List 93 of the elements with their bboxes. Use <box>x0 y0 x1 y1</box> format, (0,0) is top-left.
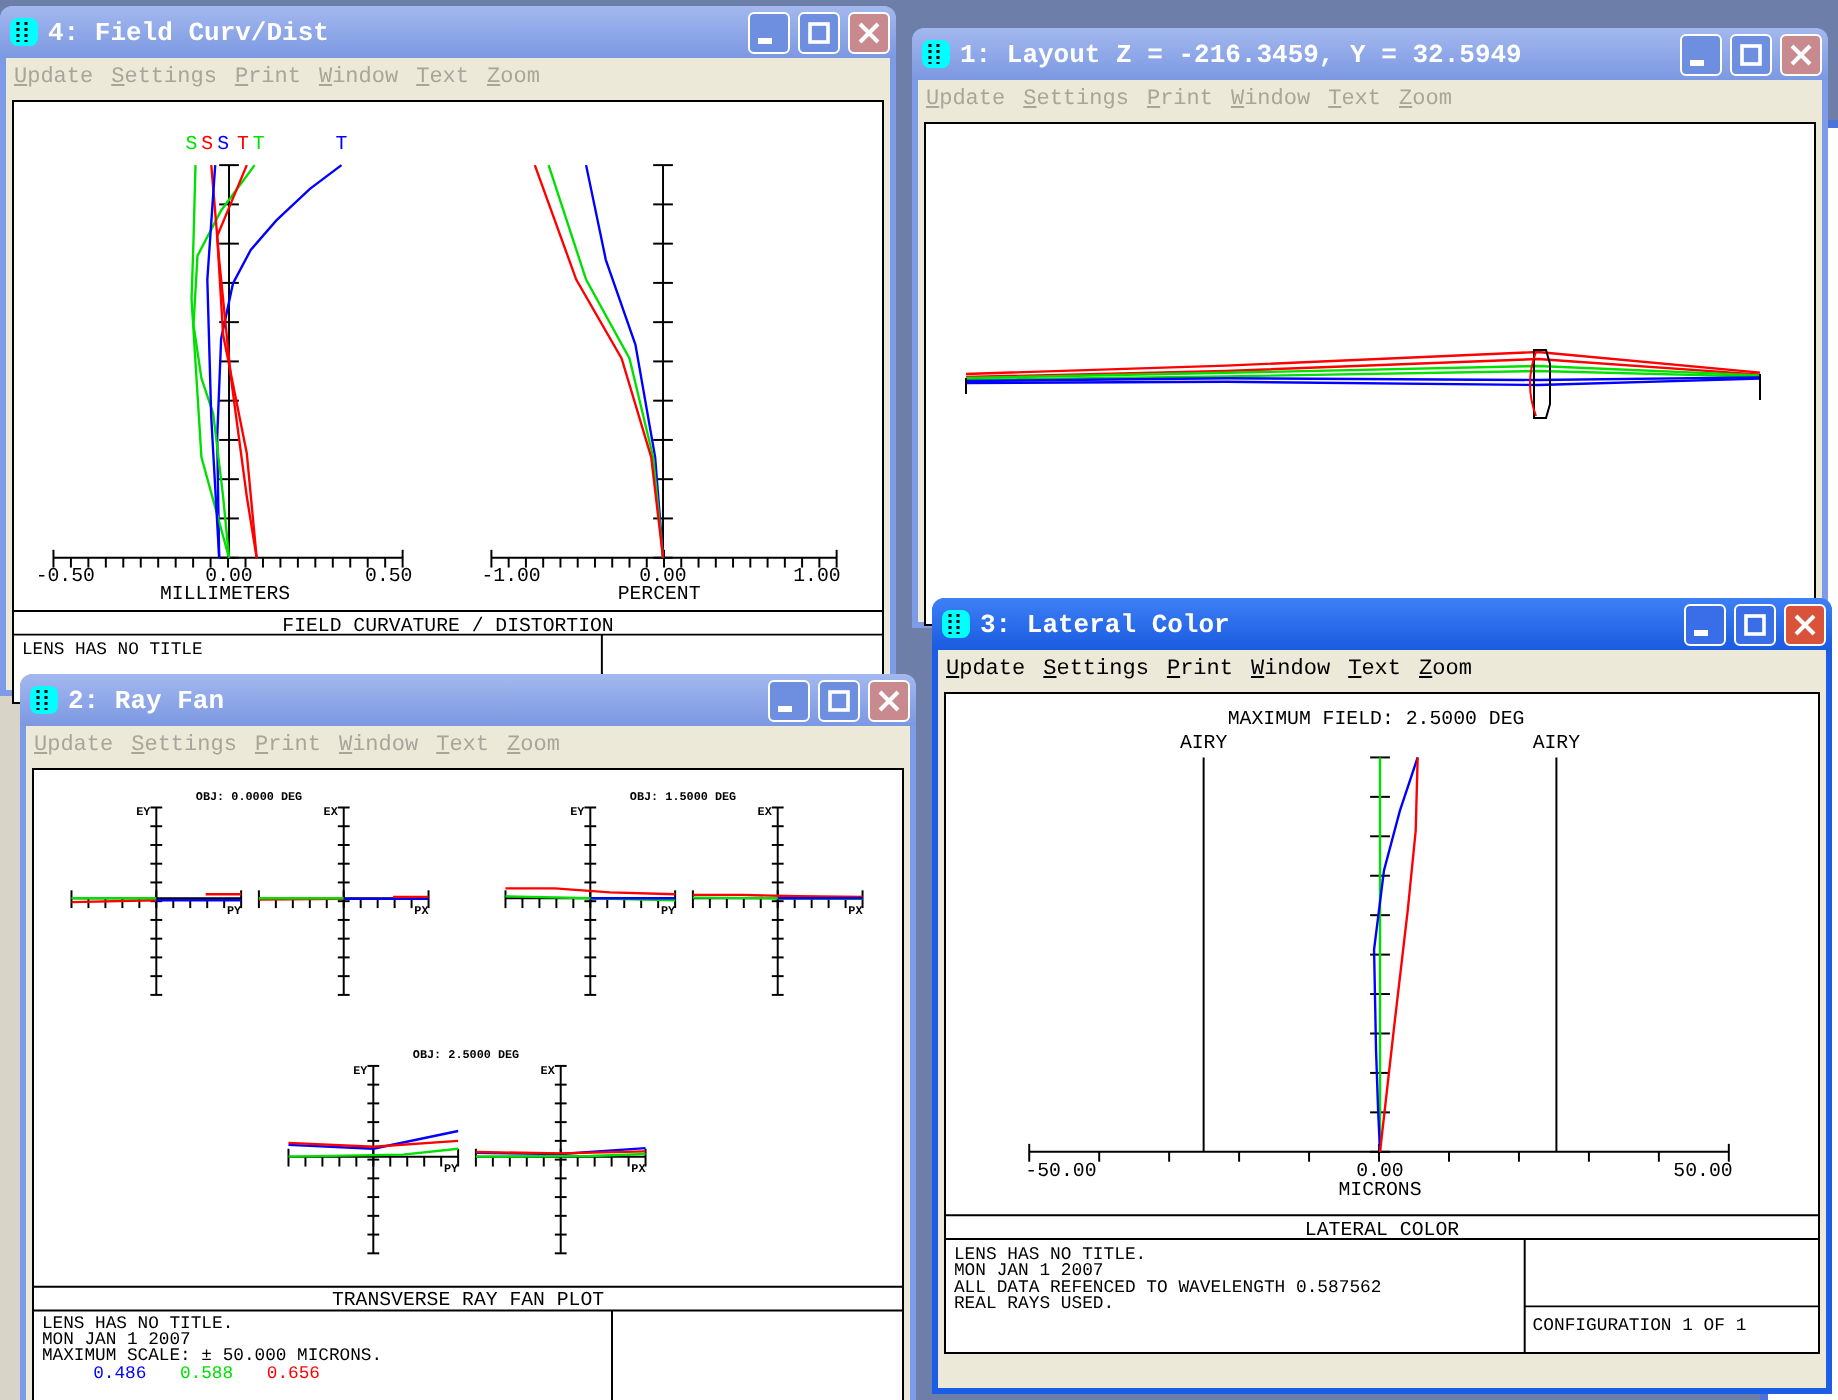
menu-item[interactable]: Text <box>436 734 490 758</box>
menu-item[interactable]: Print <box>234 66 301 90</box>
wavelength-label: 0.486 <box>93 1363 147 1384</box>
maximize-icon <box>828 689 850 711</box>
minimize-icon <box>1693 629 1707 635</box>
tick-label: 0.00 <box>1356 1159 1404 1182</box>
curve-label: T <box>335 133 348 156</box>
configuration-text: CONFIGURATION 1 OF 1 <box>1532 1316 1747 1337</box>
note-text: LENS HAS NO TITLE. <box>41 1314 234 1335</box>
window-title: 4: Field Curv/Dist <box>48 17 331 47</box>
minimize-icon <box>777 705 791 711</box>
marker-label: AIRY <box>1179 731 1228 754</box>
chart-caption: FIELD CURVATURE / DISTORTION <box>282 614 614 637</box>
app-icon <box>920 38 952 70</box>
minimize-icon <box>757 37 771 43</box>
chart-caption: LATERAL COLOR <box>1304 1219 1460 1242</box>
menu-item[interactable]: Settings <box>131 734 237 758</box>
close-button[interactable] <box>1780 33 1822 75</box>
axis-title: MILLIMETERS <box>160 583 291 606</box>
tick-label: 0.00 <box>205 565 253 588</box>
minimize-icon <box>1689 59 1703 65</box>
minimize-button[interactable] <box>1684 603 1726 645</box>
close-icon <box>1790 43 1812 65</box>
curve-label: S <box>217 133 230 156</box>
window-title: 1: Layout Z = -216.3459, Y = 32.5949 <box>960 39 1524 69</box>
curve-label: S <box>201 133 214 156</box>
tick-label: -50.00 <box>1025 1159 1097 1182</box>
menu-item[interactable]: Zoom <box>1419 658 1472 682</box>
close-button[interactable] <box>868 679 910 721</box>
note-text: LENS HAS NO TITLE. <box>953 1244 1147 1265</box>
menu-item[interactable]: Print <box>1146 88 1213 112</box>
chart-title: MAXIMUM FIELD: 2.5000 DEG <box>1227 707 1525 730</box>
close-button[interactable] <box>1784 603 1826 645</box>
menu-item[interactable]: Update <box>926 88 1006 112</box>
note-text: MON JAN 1 2007 <box>41 1330 191 1351</box>
menu-item[interactable]: Window <box>1230 88 1311 112</box>
tick-label: 0.50 <box>365 565 413 588</box>
maximize-icon <box>1744 613 1766 635</box>
close-button[interactable] <box>848 11 890 53</box>
minimize-button[interactable] <box>1680 33 1722 75</box>
tick-label: 50.00 <box>1673 1159 1733 1182</box>
app-icon <box>8 16 40 48</box>
tick-label: 1.00 <box>793 565 841 588</box>
menu-item[interactable]: Text <box>1348 658 1402 682</box>
maximize-button[interactable] <box>1734 603 1776 645</box>
minimize-button[interactable] <box>748 11 790 53</box>
tick-label: -0.50 <box>35 565 95 588</box>
close-icon <box>1794 613 1816 635</box>
axis-title: MICRONS <box>1338 1179 1422 1202</box>
note-text: LENS HAS NO TITLE <box>21 640 203 661</box>
maximize-icon <box>1740 43 1762 65</box>
wavelength-label: 0.588 <box>180 1363 234 1384</box>
tick-label: -1.00 <box>481 565 541 588</box>
wavelength-label: 0.656 <box>266 1363 320 1384</box>
close-icon <box>878 689 900 711</box>
menu-item[interactable]: Settings <box>111 66 217 90</box>
curve-label: T <box>252 133 265 156</box>
close-icon <box>858 21 880 43</box>
menu-item[interactable]: Window <box>318 66 399 90</box>
note-text: MON JAN 1 2007 <box>953 1261 1104 1282</box>
menu-item[interactable]: Text <box>416 66 470 90</box>
menu-item[interactable]: Window <box>1250 658 1331 682</box>
maximize-button[interactable] <box>818 679 860 721</box>
window-title: 2: Ray Fan <box>68 685 227 715</box>
menu-item[interactable]: Update <box>946 658 1026 682</box>
menu-item[interactable]: Update <box>34 734 114 758</box>
app-icon <box>940 608 972 640</box>
curve-label: T <box>236 133 249 156</box>
menu-item[interactable]: Print <box>1166 658 1233 682</box>
chart-caption: TRANSVERSE RAY FAN PLOT <box>331 1288 605 1311</box>
tick-label: 0.00 <box>639 565 687 588</box>
note-text: ALL DATA REFENCED TO WAVELENGTH 0.587562 <box>953 1277 1382 1298</box>
note-text: REAL RAYS USED. <box>953 1294 1115 1315</box>
app-icon <box>28 684 60 716</box>
menu-item[interactable]: Window <box>338 734 419 758</box>
menu-item[interactable]: Zoom <box>507 734 560 758</box>
minimize-button[interactable] <box>768 679 810 721</box>
menu-item[interactable]: Zoom <box>487 66 540 90</box>
menu-item[interactable]: Zoom <box>1399 88 1452 112</box>
menu-item[interactable]: Settings <box>1023 88 1129 112</box>
menu-item[interactable]: Settings <box>1043 658 1149 682</box>
window-title: 3: Lateral Color <box>980 609 1232 639</box>
menu-item[interactable]: Text <box>1328 88 1382 112</box>
note-text: MAXIMUM SCALE: ± 50.000 MICRONS. <box>41 1345 383 1366</box>
maximize-icon <box>808 21 830 43</box>
lens-outline <box>1533 349 1551 419</box>
menu-item[interactable]: Update <box>14 66 94 90</box>
maximize-button[interactable] <box>798 11 840 53</box>
marker-label: AIRY <box>1532 731 1581 754</box>
menu-item[interactable]: Print <box>254 734 321 758</box>
maximize-button[interactable] <box>1730 33 1772 75</box>
axis-title: PERCENT <box>617 583 701 606</box>
curve-label: S <box>185 133 198 156</box>
